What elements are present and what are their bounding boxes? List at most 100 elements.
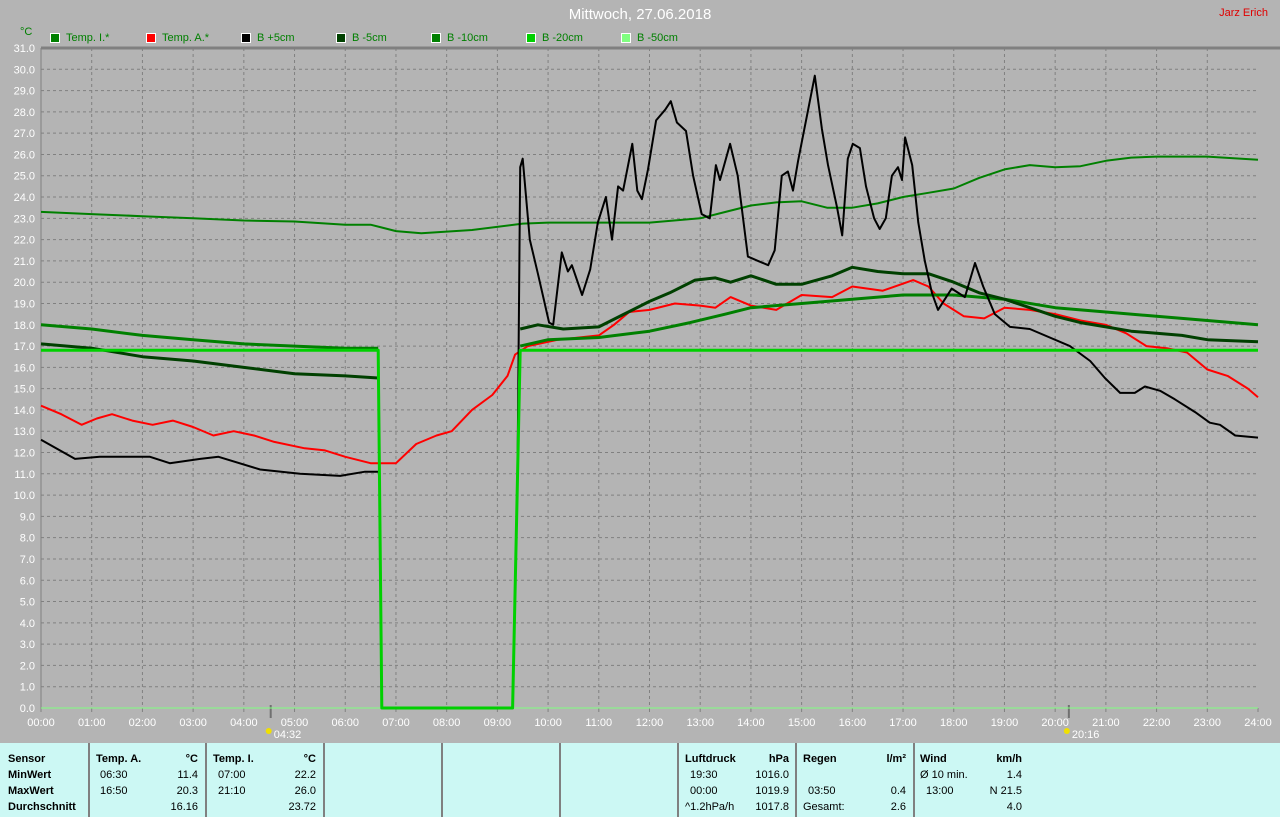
x-tick-label: 17:00 [889, 717, 917, 729]
avg-row-label: Durchschnitt [8, 801, 76, 813]
x-tick-label: 06:00 [331, 717, 359, 729]
y-tick-label: 31.0 [14, 43, 35, 55]
pressure-max: 1019.9 [755, 785, 789, 797]
x-tick-label: 23:00 [1194, 717, 1222, 729]
y-tick-label: 4.0 [20, 618, 35, 630]
x-tick-label: 07:00 [382, 717, 410, 729]
temp-i-min: 22.2 [294, 769, 316, 781]
temp-a-min: 11.4 [177, 769, 198, 781]
x-tick-label: 18:00 [940, 717, 968, 729]
wind-max: N 21.5 [989, 785, 1022, 797]
x-tick-label: 02:00 [129, 717, 157, 729]
temp-i-max: 26.0 [294, 785, 316, 797]
temp-i-avg: 23.72 [288, 801, 316, 813]
legend-swatch [146, 33, 156, 43]
temp-a-max-time: 16:50 [100, 785, 128, 797]
marker-label: 04:32 [274, 729, 302, 741]
legend-item: Temp. A.* [146, 32, 209, 44]
x-tick-label: 00:00 [27, 717, 55, 729]
rain-max: 0.4 [890, 785, 906, 797]
rain-max-time: 03:50 [808, 785, 836, 797]
x-tick-label: 20:00 [1041, 717, 1069, 729]
y-tick-label: 15.0 [14, 384, 35, 396]
legend-swatch [526, 33, 536, 43]
legend-label: Temp. A.* [162, 32, 210, 44]
wind-avg-label: Ø 10 min. [920, 769, 968, 781]
x-tick-label: 14:00 [737, 717, 765, 729]
y-tick-label: 8.0 [20, 533, 35, 545]
legend-item: B -50cm [621, 32, 678, 44]
x-tick-label: 16:00 [839, 717, 867, 729]
y-tick-label: 30.0 [14, 64, 35, 76]
x-tick-label: 19:00 [991, 717, 1019, 729]
pressure-current: 1017.8 [755, 801, 789, 813]
x-tick-label: 10:00 [534, 717, 562, 729]
rain-total: 2.6 [890, 801, 906, 813]
y-tick-label: 21.0 [14, 256, 35, 268]
y-tick-label: 13.0 [14, 426, 35, 438]
pressure-unit: hPa [768, 753, 789, 765]
temp-a-header: Temp. A. [96, 753, 142, 765]
y-tick-label: 26.0 [14, 149, 35, 161]
y-tick-label: 29.0 [14, 86, 35, 98]
wind-max-time: 13:00 [926, 785, 954, 797]
x-tick-label: 11:00 [585, 717, 612, 729]
pressure-trend: ^1.2hPa/h [685, 801, 735, 813]
legend-label: B -5cm [352, 32, 387, 44]
y-tick-label: 3.0 [20, 639, 35, 651]
min-row-label: MinWert [8, 769, 52, 781]
wind-header: Wind [920, 753, 947, 765]
temp-i-min-time: 07:00 [218, 769, 246, 781]
pressure-min-time: 19:30 [690, 769, 718, 781]
y-tick-label: 28.0 [14, 107, 35, 119]
legend-item: Temp. I.* [50, 32, 109, 44]
temp-i-header: Temp. I. [213, 753, 254, 765]
x-tick-label: 22:00 [1143, 717, 1171, 729]
x-tick-label: 03:00 [179, 717, 207, 729]
legend-swatch [336, 33, 346, 43]
wind-unit: km/h [996, 753, 1022, 765]
y-tick-label: 9.0 [20, 511, 35, 523]
legend-item: B -10cm [431, 32, 488, 44]
y-tick-label: 27.0 [14, 128, 35, 140]
legend-swatch [621, 33, 631, 43]
rain-header: Regen [803, 753, 837, 765]
y-tick-label: 20.0 [14, 277, 35, 289]
wind-avg: 1.4 [1006, 769, 1022, 781]
marker-label: 20:16 [1072, 729, 1100, 741]
temp-a-max: 20.3 [176, 785, 198, 797]
temperature-chart: 0.0 1.0 2.0 3.0 4.0 5.0 6.0 7.0 8.0 9.0 10.0 11.0 12… [14, 43, 1280, 741]
temp-a-avg: 16.16 [170, 801, 198, 813]
pressure-min: 1016.0 [755, 769, 789, 781]
y-tick-label: 0.0 [20, 703, 35, 715]
y-tick-label: 6.0 [20, 575, 35, 587]
y-tick-label: 22.0 [14, 235, 35, 247]
y-tick-label: 14.0 [14, 405, 35, 417]
sensor-header: Sensor [8, 753, 46, 765]
y-tick-label: 10.0 [14, 490, 35, 502]
y-tick-label: 11.0 [14, 469, 35, 481]
x-tick-label: 01:00 [78, 717, 106, 729]
x-tick-label: 04:00 [230, 717, 258, 729]
wind-value-3: 4.0 [1006, 801, 1022, 813]
y-tick-label: 2.0 [20, 660, 35, 672]
y-tick-label: 17.0 [14, 341, 35, 353]
legend-label: B -10cm [447, 32, 488, 44]
y-tick-label: 5.0 [20, 597, 35, 609]
sunrise-icon [265, 728, 272, 734]
temp-a-unit: °C [185, 753, 198, 765]
x-tick-label: 08:00 [433, 717, 461, 729]
x-tick-label: 09:00 [484, 717, 512, 729]
x-tick-label: 24:00 [1244, 717, 1272, 729]
legend-swatch [241, 33, 251, 43]
legend-label: Temp. I.* [66, 32, 110, 44]
temp-i-max-time: 21:10 [218, 785, 246, 797]
legend-swatch [431, 33, 441, 43]
x-tick-label: 21:00 [1092, 717, 1120, 729]
max-row-label: MaxWert [8, 785, 54, 797]
y-tick-label: 18.0 [14, 320, 35, 332]
summary-table: Sensor MinWert MaxWert Durchschnitt Temp… [0, 743, 1280, 817]
pressure-max-time: 00:00 [690, 785, 718, 797]
x-tick-label: 12:00 [636, 717, 664, 729]
y-tick-label: 24.0 [14, 192, 35, 204]
